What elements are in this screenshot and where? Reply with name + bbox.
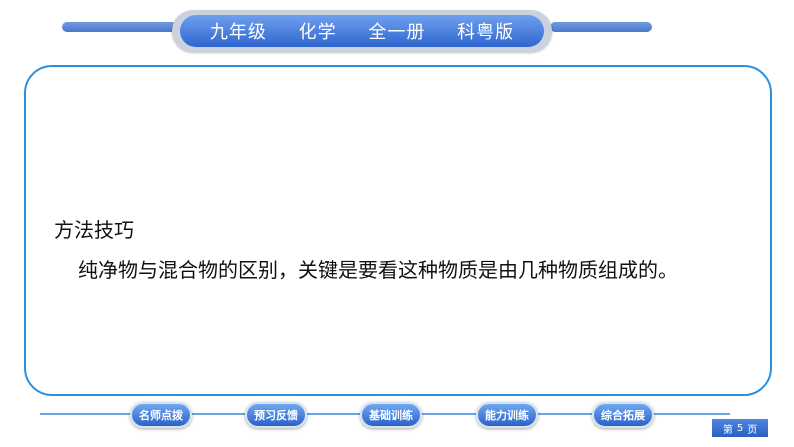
content-panel: [24, 65, 772, 396]
nav-button-tips[interactable]: 名师点拨: [130, 402, 192, 428]
nav-button-preview[interactable]: 预习反馈: [245, 402, 307, 428]
section-body-text: 纯净物与混合物的区别，关键是要看这种物质是由几种物质组成的。: [78, 258, 678, 282]
page-number: 5: [736, 422, 744, 434]
nav-button-ability-training[interactable]: 能力训练: [476, 402, 538, 428]
header-bar-left: [62, 22, 178, 32]
header-edition: 科粤版: [457, 22, 515, 43]
page-suffix: 页: [747, 424, 758, 436]
nav-button-comprehensive[interactable]: 综合拓展: [592, 402, 654, 428]
header-grade: 九年级: [209, 22, 267, 43]
page-indicator: 第 5 页: [712, 419, 768, 437]
nav-button-basic-training[interactable]: 基础训练: [360, 402, 422, 428]
header-title-bar: 九年级 化学 全一册 科粤版: [180, 15, 544, 47]
header-bar-right: [550, 22, 652, 32]
page-prefix: 第: [722, 424, 733, 436]
header-subject: 化学: [298, 22, 337, 43]
header-volume: 全一册: [368, 22, 426, 43]
section-heading: 方法技巧: [54, 218, 134, 242]
